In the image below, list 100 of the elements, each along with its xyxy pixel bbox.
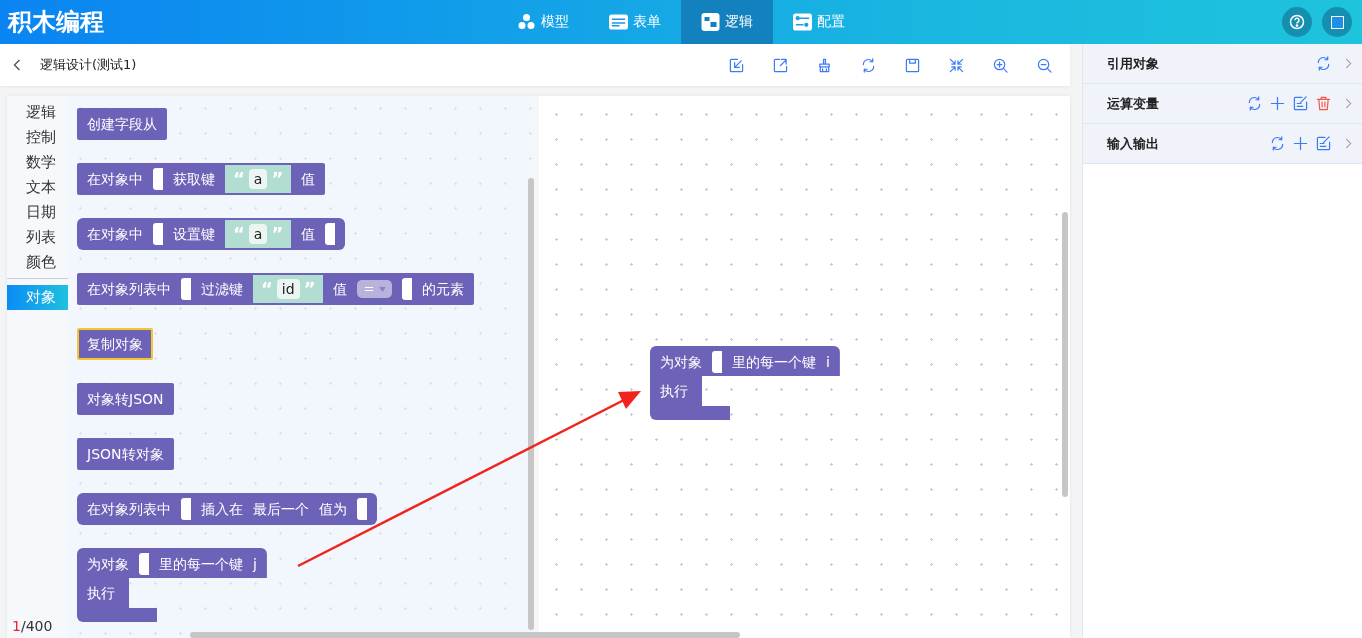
block-label: 对象转JSON bbox=[87, 390, 164, 409]
quote-mark: ” bbox=[271, 170, 284, 188]
hexagons-icon bbox=[517, 13, 536, 31]
block-label: 最后一个 bbox=[253, 500, 309, 519]
category-item[interactable]: 逻辑 bbox=[7, 100, 68, 125]
zoom-out-icon[interactable] bbox=[1036, 57, 1052, 73]
string-field[interactable]: “ a ” bbox=[225, 165, 292, 193]
refresh-icon[interactable] bbox=[1247, 96, 1262, 111]
category-item[interactable]: 控制 bbox=[7, 125, 68, 150]
code-block[interactable]: 在对象列表中 过滤键 “ id ” 值 = 的元素 bbox=[77, 273, 475, 305]
quote-mark: “ bbox=[233, 225, 245, 243]
input-socket[interactable] bbox=[357, 498, 367, 520]
block-label: 在对象列表中 bbox=[87, 280, 171, 299]
code-block[interactable]: 创建字段从 bbox=[77, 108, 167, 140]
input-socket[interactable] bbox=[325, 223, 336, 245]
section-title: 输入输出 bbox=[1107, 134, 1159, 153]
quote-mark: “ bbox=[233, 170, 245, 188]
block-label: 设置键 bbox=[173, 225, 215, 244]
edit-icon[interactable] bbox=[1316, 136, 1331, 151]
page-title: 逻辑设计(测试1) bbox=[40, 56, 137, 74]
nav-tab[interactable]: 逻辑 bbox=[681, 0, 773, 44]
panel-section[interactable]: 输入输出 bbox=[1083, 124, 1362, 164]
block-label: 在对象中 bbox=[87, 170, 143, 189]
string-field[interactable]: “ a ” bbox=[225, 220, 292, 248]
import-icon[interactable] bbox=[728, 57, 744, 73]
input-socket[interactable] bbox=[153, 168, 163, 190]
block-label: 创建字段从 bbox=[87, 115, 157, 134]
chevron-icon[interactable] bbox=[1345, 138, 1352, 149]
collapse-icon[interactable] bbox=[948, 57, 964, 73]
category-item[interactable]: 列表 bbox=[7, 225, 68, 250]
input-socket[interactable] bbox=[139, 553, 149, 575]
block-label: 值 bbox=[333, 280, 348, 299]
input-socket[interactable] bbox=[712, 351, 722, 373]
back-icon[interactable] bbox=[13, 59, 21, 71]
block-count: 1 bbox=[12, 618, 21, 634]
block-label: 执行 bbox=[86, 584, 116, 603]
category-item[interactable]: 文本 bbox=[7, 175, 68, 200]
export-icon[interactable] bbox=[772, 57, 788, 73]
quote-mark: “ bbox=[261, 280, 273, 298]
block-label: 为对象 bbox=[660, 353, 702, 372]
scrollbar[interactable] bbox=[528, 178, 534, 630]
block-label: 值 bbox=[301, 225, 316, 244]
quote-mark: ” bbox=[303, 280, 316, 298]
refresh-icon[interactable] bbox=[860, 57, 876, 73]
scrollbar[interactable] bbox=[190, 632, 740, 638]
quote-mark: ” bbox=[271, 225, 284, 243]
zoom-in-icon[interactable] bbox=[992, 57, 1008, 73]
window-button[interactable] bbox=[1322, 7, 1352, 37]
input-socket[interactable] bbox=[181, 278, 191, 300]
string-field[interactable]: “ id ” bbox=[253, 275, 324, 303]
add-icon[interactable] bbox=[1270, 96, 1285, 111]
panel-section[interactable]: 引用对象 bbox=[1083, 44, 1362, 84]
input-socket[interactable] bbox=[181, 498, 191, 520]
code-block[interactable]: 对象转JSON bbox=[77, 383, 174, 415]
puzzle-icon bbox=[701, 13, 720, 31]
loop-block[interactable]: 为对象 里的每一个键 i 执行 bbox=[650, 346, 840, 420]
chevron-icon[interactable] bbox=[1345, 98, 1352, 109]
refresh-icon[interactable] bbox=[1270, 136, 1285, 151]
category-item[interactable]: 数学 bbox=[7, 150, 68, 175]
code-block[interactable]: 在对象中 获取键 “ a ” 值 bbox=[77, 163, 326, 195]
scrollbar[interactable] bbox=[1062, 212, 1068, 497]
block-label: 值 bbox=[301, 170, 316, 189]
add-icon[interactable] bbox=[1293, 136, 1308, 151]
help-icon bbox=[1289, 14, 1305, 30]
code-block[interactable]: 复制对象 bbox=[77, 328, 153, 360]
app-title: 积木编程 bbox=[6, 7, 104, 38]
category-item[interactable]: 日期 bbox=[7, 200, 68, 225]
block-label: 执行 bbox=[659, 382, 689, 401]
brush-icon[interactable] bbox=[816, 57, 832, 73]
panel-section[interactable]: 运算变量 bbox=[1083, 84, 1362, 124]
loop-block[interactable]: 为对象 里的每一个键 j 执行 bbox=[77, 548, 267, 622]
block-label: i bbox=[826, 353, 830, 372]
block-label: 值为 bbox=[319, 500, 347, 519]
input-socket[interactable] bbox=[402, 278, 413, 300]
toggle-icon bbox=[793, 13, 812, 31]
delete-icon[interactable] bbox=[1316, 96, 1331, 111]
block-label: 在对象列表中 bbox=[87, 500, 171, 519]
block-limit: /400 bbox=[20, 618, 53, 634]
block-label: 获取键 bbox=[173, 170, 215, 189]
code-block[interactable]: 在对象列表中 插入在 最后一个 值为 bbox=[77, 493, 377, 525]
refresh-icon[interactable] bbox=[1316, 56, 1331, 71]
category-item[interactable]: 颜色 bbox=[7, 250, 68, 275]
block-label: 在对象中 bbox=[87, 225, 143, 244]
form-icon bbox=[609, 13, 628, 31]
text-value: id bbox=[276, 279, 300, 299]
block-label: 为对象 bbox=[87, 555, 129, 574]
block-label: JSON转对象 bbox=[87, 445, 164, 464]
code-block[interactable]: 在对象中 设置键 “ a ” 值 bbox=[77, 218, 346, 250]
code-block[interactable]: JSON转对象 bbox=[77, 438, 174, 470]
block-label: 插入在 bbox=[201, 500, 243, 519]
edit-icon[interactable] bbox=[1293, 96, 1308, 111]
block-label: 里的每一个键 bbox=[732, 353, 816, 372]
block-label: j bbox=[253, 555, 257, 574]
chevron-icon[interactable] bbox=[1345, 58, 1352, 69]
help-button[interactable] bbox=[1282, 7, 1312, 37]
caret-icon bbox=[379, 286, 387, 292]
save-icon[interactable] bbox=[904, 57, 920, 73]
text-value: a bbox=[248, 224, 268, 244]
text-value: a bbox=[248, 169, 268, 189]
input-socket[interactable] bbox=[153, 223, 163, 245]
